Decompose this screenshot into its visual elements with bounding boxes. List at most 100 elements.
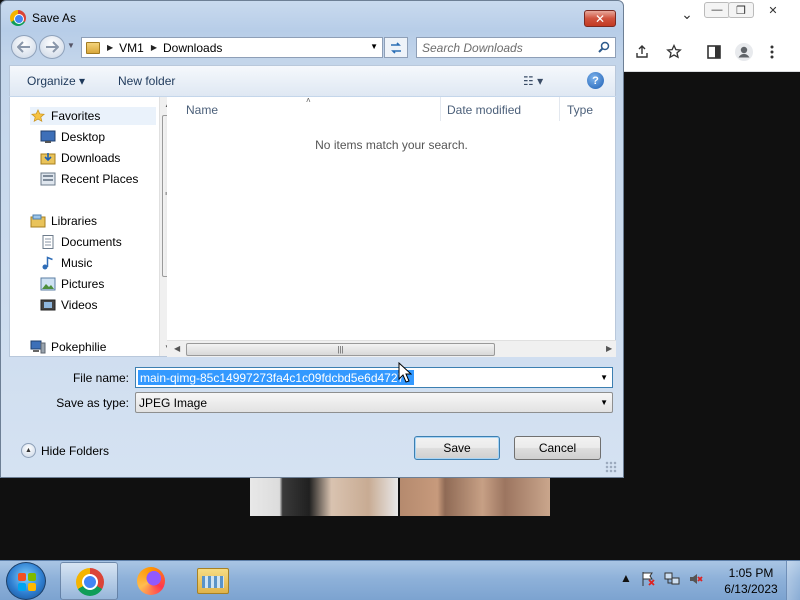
- nav-item-recent-places[interactable]: Recent Places: [40, 170, 138, 188]
- breadcrumb-vm1[interactable]: VM1: [119, 41, 144, 55]
- file-name-combobox[interactable]: ▼: [135, 367, 613, 388]
- save-as-type-label: Save as type:: [56, 396, 129, 410]
- refresh-button[interactable]: [384, 37, 408, 58]
- file-name-input[interactable]: [138, 370, 414, 385]
- search-icon[interactable]: [598, 41, 610, 53]
- clock-time: 1:05 PM: [728, 566, 774, 580]
- back-arrow-icon: [17, 41, 30, 53]
- empty-folder-message: No items match your search.: [315, 138, 468, 152]
- breadcrumb-downloads[interactable]: Downloads: [163, 41, 222, 55]
- horizontal-scrollbar[interactable]: ◀ ||| ▶: [167, 340, 616, 357]
- back-button[interactable]: [11, 35, 37, 59]
- organize-menu[interactable]: Organize ▾: [27, 74, 85, 88]
- save-as-type-select[interactable]: JPEG Image ▼: [135, 392, 613, 413]
- nav-label: Music: [61, 256, 93, 270]
- system-tray: ▲: [620, 571, 704, 587]
- videos-icon: [40, 299, 56, 311]
- nav-item-pictures[interactable]: Pictures: [40, 275, 104, 293]
- browser-minimize-button[interactable]: —: [704, 2, 730, 18]
- action-center-flag-icon[interactable]: [640, 571, 656, 587]
- file-explorer-icon[interactable]: [197, 568, 229, 594]
- chrome-app-icon: [10, 10, 26, 26]
- documents-icon: [42, 235, 54, 249]
- change-view-button[interactable]: ☷ ▾: [523, 74, 543, 88]
- browser-close-button[interactable]: ✕: [760, 2, 786, 18]
- forward-arrow-icon: [46, 41, 59, 53]
- scroll-left-icon[interactable]: ◀: [174, 344, 180, 353]
- refresh-icon: [391, 41, 401, 54]
- profile-avatar-icon[interactable]: [734, 42, 754, 62]
- resize-grip[interactable]: [605, 461, 617, 473]
- chevron-up-icon: ▲: [21, 443, 36, 458]
- nav-item-documents[interactable]: Documents: [40, 233, 122, 251]
- file-name-dropdown-icon[interactable]: ▼: [600, 373, 608, 382]
- nav-item-favorites[interactable]: Favorites: [30, 107, 156, 125]
- address-bar[interactable]: ▶ VM1 ▶ Downloads ▼: [81, 37, 383, 58]
- column-header-name[interactable]: Name: [186, 103, 218, 117]
- help-button[interactable]: ?: [587, 72, 604, 89]
- firefox-icon[interactable]: [137, 567, 165, 595]
- bookmark-star-icon[interactable]: [664, 42, 684, 62]
- column-divider[interactable]: [440, 97, 441, 121]
- page-image-1: [250, 478, 398, 516]
- column-header-type[interactable]: Type: [567, 103, 593, 117]
- column-header-date-modified[interactable]: Date modified: [447, 103, 521, 117]
- show-desktop-button[interactable]: [786, 561, 800, 600]
- navigation-pane: Favorites Desktop Downloads Recent Place…: [9, 97, 167, 357]
- scrollbar-thumb[interactable]: |||: [186, 343, 495, 356]
- recent-locations-dropdown-icon[interactable]: ▼: [67, 41, 75, 50]
- show-hidden-icons-icon[interactable]: ▲: [620, 571, 632, 587]
- browser-restore-button[interactable]: ❐: [728, 2, 754, 18]
- clock[interactable]: 1:05 PM 6/13/2023: [720, 565, 782, 597]
- share-icon[interactable]: [632, 42, 652, 62]
- nav-item-desktop[interactable]: Desktop: [40, 128, 105, 146]
- file-name-label: File name:: [72, 371, 129, 385]
- save-button[interactable]: Save: [414, 436, 500, 460]
- nav-item-videos[interactable]: Videos: [40, 296, 97, 314]
- volume-muted-icon[interactable]: [688, 571, 704, 587]
- nav-label: Documents: [61, 235, 122, 249]
- dialog-titlebar[interactable]: Save As ✕: [1, 1, 623, 35]
- chrome-icon: [76, 568, 104, 596]
- taskbar-chrome[interactable]: [60, 562, 118, 600]
- mouse-cursor-icon: [398, 362, 412, 383]
- nav-item-music[interactable]: Music: [40, 254, 92, 272]
- start-button[interactable]: [6, 562, 46, 600]
- navigation-scrollbar[interactable]: ▲ ≡ ▼: [159, 97, 167, 356]
- hide-folders-button[interactable]: ▲ Hide Folders: [21, 443, 109, 458]
- clock-date: 6/13/2023: [724, 582, 778, 596]
- nav-item-libraries[interactable]: Libraries: [30, 212, 97, 230]
- column-divider[interactable]: [559, 97, 560, 121]
- nav-label: Desktop: [61, 130, 106, 144]
- nav-item-downloads[interactable]: Downloads: [40, 149, 120, 167]
- network-icon[interactable]: [664, 571, 680, 587]
- search-box[interactable]: [416, 37, 616, 58]
- tab-search-chevron-icon[interactable]: ⌄: [674, 6, 700, 22]
- downloads-folder-icon: [40, 153, 56, 165]
- browser-toolbar: ⌄ — ❐ ✕: [600, 0, 800, 72]
- scroll-right-icon[interactable]: ▶: [606, 344, 612, 353]
- dialog-title: Save As: [32, 11, 77, 25]
- browser-menu-icon[interactable]: [762, 42, 782, 62]
- folder-icon: [86, 41, 100, 54]
- file-list-pane: ˄ Name Date modified Type No items match…: [167, 96, 616, 357]
- address-dropdown-icon[interactable]: ▼: [370, 42, 378, 51]
- nav-label: Videos: [61, 298, 98, 312]
- star-icon: [31, 109, 45, 122]
- nav-label: Downloads: [61, 151, 121, 165]
- cancel-button[interactable]: Cancel: [514, 436, 601, 460]
- nav-item-pokephilie[interactable]: Pokephilie: [30, 338, 106, 356]
- breadcrumb-separator-icon[interactable]: ▶: [107, 43, 113, 52]
- forward-button[interactable]: [39, 35, 65, 59]
- dialog-close-button[interactable]: ✕: [584, 10, 616, 27]
- sort-ascending-icon: ˄: [306, 96, 311, 105]
- new-folder-button[interactable]: New folder: [118, 74, 175, 88]
- breadcrumb-separator-icon[interactable]: ▶: [151, 43, 157, 52]
- save-as-type-dropdown-icon[interactable]: ▼: [600, 398, 608, 407]
- hide-folders-label: Hide Folders: [41, 443, 110, 458]
- nav-label: Pictures: [61, 277, 105, 291]
- page-image-2: [400, 478, 550, 516]
- side-panel-icon[interactable]: [704, 42, 724, 62]
- search-input[interactable]: [422, 41, 592, 55]
- save-as-type-value: JPEG Image: [139, 396, 208, 410]
